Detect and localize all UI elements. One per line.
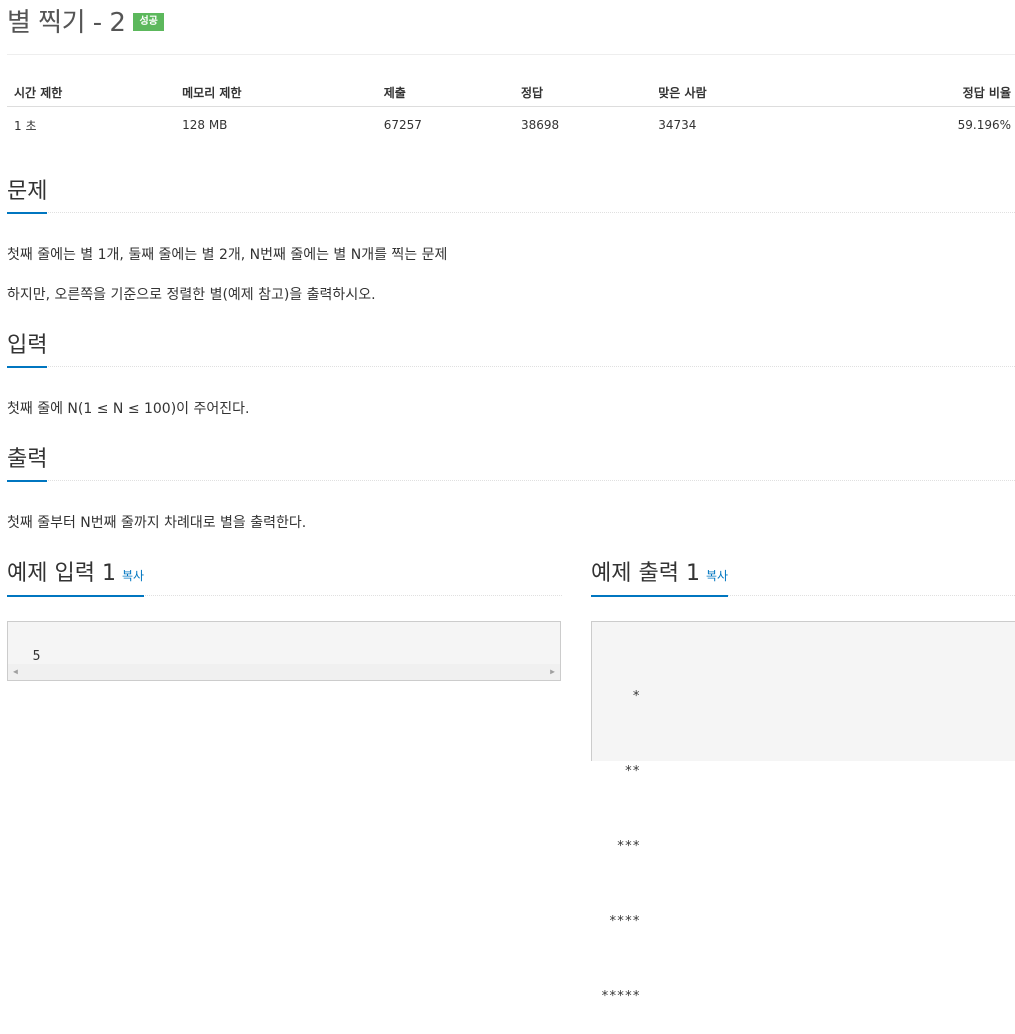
description-line-1: 첫째 줄에는 별 1개, 둘째 줄에는 별 2개, N번째 줄에는 별 N개를 … (7, 247, 448, 263)
header-solvers: 맞은 사람 (651, 79, 820, 107)
output-line: ** (601, 764, 641, 779)
example-output-title: 예제 출력 1 (591, 561, 700, 586)
section-accent-underline (7, 212, 47, 214)
input-line-1: 첫째 줄에 N(1 ≤ N ≤ 100)이 주어진다. (7, 401, 250, 417)
section-title: 출력 (7, 447, 48, 472)
section-accent-underline (7, 480, 47, 482)
description-line-2: 하지만, 오른쪽을 기준으로 정렬한 별(예제 참고)을 출력하시오. (7, 287, 376, 303)
section-divider (7, 212, 1015, 213)
output-line-1: 첫째 줄부터 N번째 줄까지 차례대로 별을 출력한다. (7, 515, 307, 531)
section-title: 입력 (7, 333, 48, 358)
problem-header: 별 찍기 - 2 성공 (7, 2, 164, 38)
output-line: **** (601, 914, 641, 929)
horizontal-scrollbar[interactable]: ◀ ▶ (8, 664, 560, 680)
section-accent-underline (7, 595, 144, 597)
example-output-header: 예제 출력 1 복사 (591, 559, 1015, 597)
section-input: 입력 (7, 331, 1015, 368)
example-input-content: 5 (32, 649, 41, 664)
section-description: 문제 (7, 177, 1015, 214)
problem-title: 별 찍기 - 2 (7, 7, 126, 38)
header-time-limit: 시간 제한 (7, 79, 176, 107)
section-header: 입력 (7, 331, 1015, 368)
scroll-left-icon[interactable]: ◀ (13, 667, 18, 676)
header-ratio: 정답 비율 (819, 79, 1015, 107)
title-divider (7, 54, 1015, 55)
copy-output-button[interactable]: 복사 (706, 569, 728, 583)
table-row: 1 초 128 MB 67257 38698 34734 59.196% (7, 107, 1015, 144)
header-submissions: 제출 (376, 79, 515, 107)
memory-limit-value: 128 MB (182, 118, 228, 132)
time-limit-value: 1 초 (14, 118, 37, 133)
accepted-value: 38698 (521, 118, 560, 132)
header-memory-limit: 메모리 제한 (175, 79, 377, 107)
example-input-title: 예제 입력 1 (7, 561, 116, 586)
ratio-value: 59.196% (957, 118, 1011, 132)
section-divider (7, 366, 1015, 367)
solvers-value: 34734 (658, 118, 697, 132)
copy-input-button[interactable]: 복사 (122, 569, 144, 583)
example-input-header: 예제 입력 1 복사 (7, 559, 562, 597)
section-divider (7, 480, 1015, 481)
submissions-value: 67257 (383, 118, 422, 132)
output-line: *** (601, 839, 641, 854)
output-line: * (601, 689, 641, 704)
section-header: 문제 (7, 177, 1015, 214)
scroll-right-icon[interactable]: ▶ (550, 667, 555, 676)
example-input-box[interactable]: 5 ◀ ▶ (7, 621, 561, 681)
section-accent-underline (7, 366, 47, 368)
section-title: 문제 (7, 179, 48, 204)
output-line: ***** (601, 989, 641, 1004)
header-accepted: 정답 (514, 79, 652, 107)
example-output-box[interactable]: * ** *** **** ***** (591, 621, 1015, 1004)
table-header-row: 시간 제한 메모리 제한 제출 정답 맞은 사람 정답 비율 (7, 79, 1015, 107)
section-output: 출력 (7, 445, 1015, 482)
section-accent-underline (591, 595, 728, 597)
status-badge: 성공 (133, 13, 164, 31)
section-header: 출력 (7, 445, 1015, 482)
problem-info-table: 시간 제한 메모리 제한 제출 정답 맞은 사람 정답 비율 1 초 128 M… (7, 79, 1015, 143)
